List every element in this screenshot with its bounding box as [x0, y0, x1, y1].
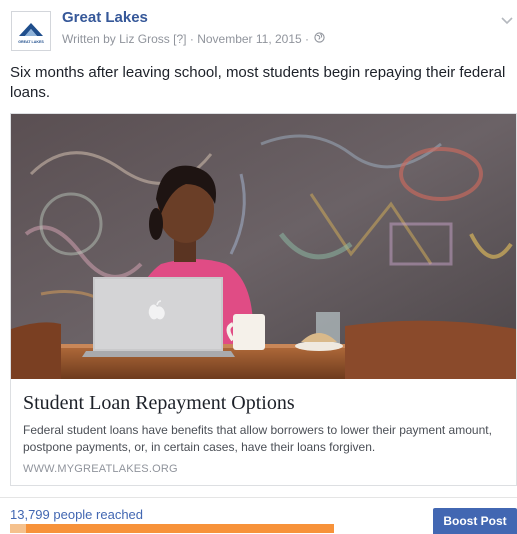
post-header: GREAT LAKES Great Lakes Written by Liz G… — [10, 6, 515, 51]
post-message: Six months after leaving school, most st… — [10, 64, 506, 101]
post-meta: Written by Liz Gross [?] · November 11, … — [62, 31, 326, 46]
link-title[interactable]: Student Loan Repayment Options — [23, 392, 295, 415]
link-domain: WWW.MYGREATLAKES.ORG — [23, 463, 178, 475]
link-preview-card[interactable]: Student Loan Repayment Options Federal s… — [10, 113, 517, 486]
link-image[interactable] — [11, 114, 516, 379]
page-logo[interactable]: GREAT LAKES — [11, 11, 51, 51]
meta-separator-2: · — [305, 31, 310, 46]
footer-divider — [0, 497, 517, 498]
written-by[interactable]: Written by Liz Gross — [62, 32, 170, 46]
post-date[interactable]: November 11, 2015 — [197, 32, 302, 46]
boost-post-button[interactable]: Boost Post — [433, 508, 517, 534]
reach-bar — [10, 524, 334, 533]
page-name-link[interactable]: Great Lakes — [62, 9, 148, 26]
chevron-down-icon[interactable] — [501, 12, 513, 30]
reach-count[interactable]: 13,799 people reached — [10, 507, 143, 522]
meta-separator: · — [189, 31, 194, 46]
reach-bar-organic — [10, 524, 26, 533]
logo-text: GREAT LAKES — [18, 40, 44, 44]
link-description: Federal student loans have benefits that… — [23, 423, 492, 454]
link-card-body: Student Loan Repayment Options Federal s… — [11, 379, 516, 485]
facebook-post: GREAT LAKES Great Lakes Written by Liz G… — [0, 0, 517, 534]
globe-icon[interactable] — [314, 32, 326, 46]
help-marker[interactable]: [?] — [173, 32, 186, 46]
